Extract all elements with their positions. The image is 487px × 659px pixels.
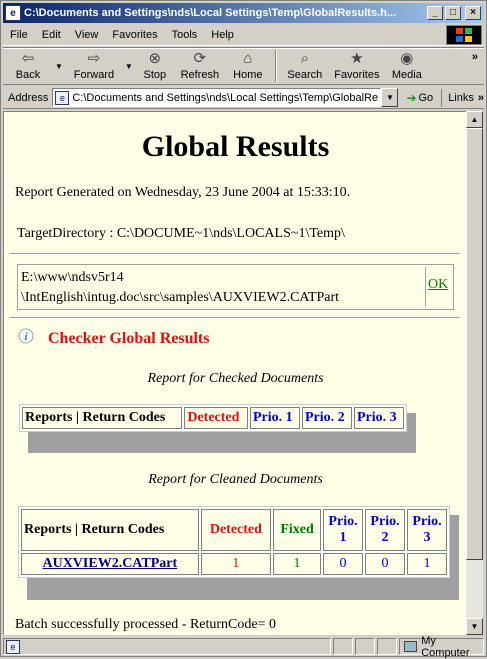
address-label: Address (8, 91, 49, 104)
fixed-value: 1 (273, 553, 321, 575)
auxview2-link[interactable]: AUXVIEW2.CATPart (42, 556, 177, 571)
checker-results-heading: Checker Global Results (48, 330, 210, 347)
windows-logo-icon (446, 25, 482, 45)
ok-link[interactable]: OK (428, 277, 448, 293)
address-input[interactable]: e C:\Documents and Settings\nds\Local Se… (52, 88, 382, 107)
status-pane (333, 638, 353, 655)
my-computer-icon (404, 641, 418, 652)
header-reports: Reports | Return Codes (21, 509, 199, 551)
refresh-button[interactable]: ⟳ Refresh (175, 48, 225, 84)
detected-value: 1 (200, 553, 272, 575)
title-bar[interactable]: e C:\Documents and Settings\nds\Local Se… (3, 3, 484, 23)
media-icon: ◉ (400, 50, 414, 67)
status-pane (355, 638, 375, 655)
menu-favorites[interactable]: Favorites (105, 29, 164, 41)
go-button[interactable]: ➔ Go (406, 88, 443, 107)
header-prio3: Prio. 3 (353, 407, 404, 429)
header-reports: Reports | Return Codes (22, 407, 183, 429)
page-content: Global Results Report Generated on Wedne… (3, 111, 466, 635)
page-title: Global Results (141, 130, 330, 163)
favorites-folder-icon: ★ (350, 50, 364, 67)
target-directory-text: TargetDirectory : C:\DOCUME~1\nds\LOCALS… (17, 226, 345, 241)
address-value: C:\Documents and Settings\nds\Local Sett… (72, 91, 379, 104)
menu-file[interactable]: File (3, 29, 35, 41)
menu-bar: File Edit View Favorites Tools Help (3, 24, 484, 46)
search-button[interactable]: ⌕ Search (281, 48, 329, 84)
checked-docs-caption: Report for Checked Documents (147, 371, 324, 386)
menu-edit[interactable]: Edit (35, 29, 68, 41)
header-prio2: Prio. 2 (365, 509, 405, 551)
scroll-thumb[interactable] (466, 128, 483, 560)
batch-status-text: Batch successfully processed - ReturnCod… (15, 617, 276, 632)
header-prio3: Prio. 3 (407, 509, 447, 551)
report-generated-text: Report Generated on Wednesday, 23 June 2… (15, 185, 351, 200)
prio1-value: 0 (323, 553, 363, 575)
status-bar: e My Computer (3, 635, 484, 659)
cleaned-report-table: Reports | Return Codes Detected Fixed Pr… (18, 506, 450, 578)
back-arrow-icon: ⇦ (21, 50, 35, 67)
address-dropdown[interactable]: ▼ (381, 88, 399, 107)
table-header-row: Reports | Return Codes Detected Prio. 1 … (22, 407, 404, 429)
standard-toolbar: ⇦ Back ▼ ⇨ Forward ▼ ⊗ Stop ⟳ Refresh ⌂ … (3, 47, 484, 85)
close-button[interactable]: × (465, 6, 481, 20)
toolbar-overflow-chevron[interactable]: » (472, 51, 478, 63)
ie-status-icon: e (6, 639, 20, 654)
file-result-box: E:\www\ndsv5r14 \IntEnglish\intug.doc\sr… (17, 264, 454, 310)
cleaned-file-cell: AUXVIEW2.CATPart (21, 553, 199, 575)
divider (10, 317, 460, 319)
menu-view[interactable]: View (68, 29, 106, 41)
address-bar: Address e C:\Documents and Settings\nds\… (3, 87, 484, 109)
back-button[interactable]: ⇦ Back (3, 48, 53, 84)
forward-arrow-icon: ⇨ (87, 50, 101, 67)
window-title: C:\Documents and Settings\nds\Local Sett… (24, 7, 397, 19)
media-button[interactable]: ◉ Media (385, 48, 429, 84)
stop-icon: ⊗ (148, 50, 162, 67)
go-arrow-icon: ➔ (406, 90, 417, 105)
header-fixed: Fixed (273, 509, 321, 551)
favorites-button[interactable]: ★ Favorites (329, 48, 385, 84)
menu-tools[interactable]: Tools (165, 29, 205, 41)
stop-button[interactable]: ⊗ Stop (135, 48, 175, 84)
info-icon: i (18, 328, 34, 349)
cleaned-docs-caption: Report for Cleaned Documents (148, 472, 323, 487)
checked-report-table: Reports | Return Codes Detected Prio. 1 … (19, 404, 407, 432)
search-icon: ⌕ (300, 50, 310, 67)
home-icon: ⌂ (243, 50, 253, 67)
header-prio2: Prio. 2 (301, 407, 352, 429)
home-button[interactable]: ⌂ Home (225, 48, 271, 84)
status-text-pane: e (3, 638, 331, 655)
scroll-down-button[interactable]: ▼ (466, 618, 483, 635)
scroll-up-button[interactable]: ▲ (466, 111, 483, 128)
ie-page-icon: e (5, 5, 21, 21)
vertical-scrollbar[interactable]: ▲ ▼ (466, 111, 483, 635)
forward-dropdown[interactable]: ▼ (125, 48, 133, 71)
links-button[interactable]: Links (448, 92, 474, 104)
forward-button[interactable]: ⇨ Forward (65, 48, 123, 84)
prio3-value: 1 (407, 553, 447, 575)
maximize-button[interactable]: □ (445, 6, 461, 20)
header-detected: Detected (200, 509, 272, 551)
zone-pane: My Computer (399, 635, 484, 659)
refresh-icon: ⟳ (193, 50, 207, 67)
browser-window: e C:\Documents and Settings\nds\Local Se… (0, 0, 487, 659)
prio2-value: 0 (365, 553, 405, 575)
page-icon: e (55, 90, 70, 105)
header-detected: Detected (184, 407, 248, 429)
back-dropdown[interactable]: ▼ (55, 48, 63, 71)
header-prio1: Prio. 1 (323, 509, 363, 551)
header-prio1: Prio. 1 (249, 407, 300, 429)
minimize-button[interactable]: _ (427, 6, 443, 20)
file-path: E:\www\ndsv5r14 \IntEnglish\intug.doc\sr… (21, 270, 340, 305)
menu-help[interactable]: Help (204, 29, 241, 41)
toolbar-separator (274, 50, 277, 82)
table-row: AUXVIEW2.CATPart 1 1 0 0 1 (21, 553, 447, 575)
status-pane (377, 638, 397, 655)
table-header-row: Reports | Return Codes Detected Fixed Pr… (21, 509, 447, 551)
links-overflow-chevron[interactable]: » (478, 92, 484, 104)
divider (10, 253, 460, 255)
